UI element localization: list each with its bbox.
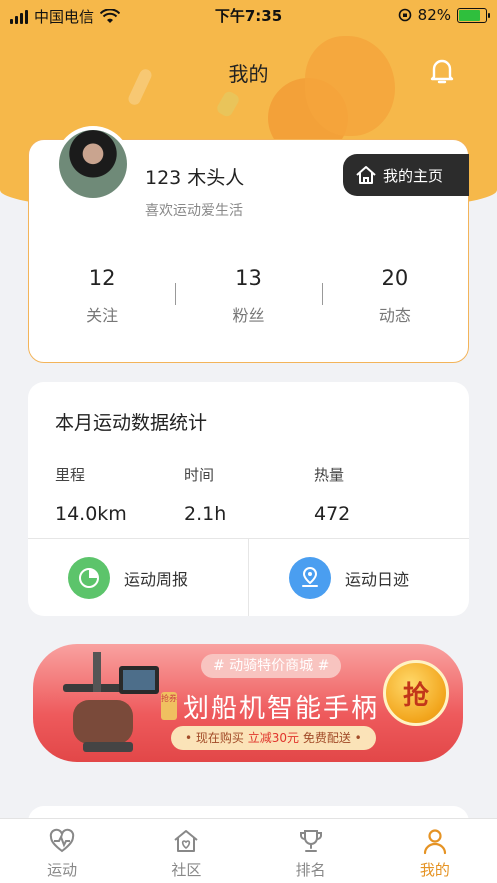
banner-tag: # 动骑特价商城 # (201, 654, 342, 678)
metric-value: 14.0km (55, 503, 127, 525)
orientation-lock-icon (398, 8, 411, 22)
divider (322, 283, 323, 305)
monthly-stats-card: 本月运动数据统计 里程 14.0km 时间 2.1h 热量 472 运动周报 运… (28, 382, 469, 616)
tab-ranking[interactable]: 排名 (249, 819, 373, 883)
coupon-badge: 抢券 (161, 692, 177, 720)
trophy-icon (299, 830, 322, 852)
metric-calories: 热量 472 (314, 464, 350, 525)
bell-icon[interactable] (428, 56, 456, 86)
banner-sub-suffix: 免费配送 • (299, 731, 362, 745)
daily-trace-entry[interactable]: 运动日迹 (289, 557, 409, 599)
tab-mine[interactable]: 我的 (373, 819, 497, 883)
divider (175, 283, 176, 305)
metric-time: 时间 2.1h (184, 464, 226, 525)
metric-value: 2.1h (184, 503, 227, 525)
tab-label: 运动 (47, 861, 78, 879)
stat-label: 粉丝 (232, 306, 265, 325)
monthly-stats-title: 本月运动数据统计 (55, 412, 208, 434)
tab-label: 我的 (419, 861, 450, 879)
battery-icon (457, 7, 490, 23)
metric-distance: 里程 14.0km (55, 464, 127, 525)
tab-community[interactable]: 社区 (124, 819, 248, 883)
divider (248, 538, 249, 616)
stat-label: 关注 (86, 306, 119, 325)
stat-value: 13 (235, 266, 262, 290)
heart-pulse-icon (49, 828, 75, 853)
profile-stats: 12 关注 13 粉丝 20 动态 (29, 266, 468, 326)
banner-sub-highlight: 立减30元 (247, 731, 299, 745)
banner-sub-prefix: • 现在购买 (185, 731, 248, 745)
stat-posts[interactable]: 20 动态 (322, 266, 468, 326)
banner-subtitle: • 现在购买 立减30元 免费配送 • (171, 726, 376, 750)
stat-value: 12 (88, 266, 116, 290)
rowing-machine-image (63, 652, 159, 752)
my-homepage-label: 我的主页 (383, 166, 444, 185)
promo-banner[interactable]: # 动骑特价商城 # 抢券 划船机智能手柄 • 现在购买 立减30元 免费配送 … (33, 644, 463, 762)
daily-trace-label: 运动日迹 (345, 570, 410, 589)
avatar[interactable] (55, 126, 131, 202)
my-homepage-button[interactable]: 我的主页 (343, 154, 469, 196)
home-heart-icon (174, 830, 199, 852)
metric-label: 热量 (314, 466, 345, 484)
user-signature: 喜欢运动爱生活 (145, 203, 243, 219)
stat-value: 20 (381, 266, 409, 290)
weekly-report-entry[interactable]: 运动周报 (68, 557, 188, 599)
bottom-tab-bar: 运动 社区 排名 我的 (0, 818, 497, 883)
grab-button[interactable]: 抢 (383, 660, 449, 726)
metric-label: 里程 (55, 466, 86, 484)
location-route-icon (289, 557, 331, 599)
stat-label: 动态 (378, 306, 411, 325)
username: 123 木头人 (145, 167, 245, 189)
tab-label: 排名 (295, 861, 326, 879)
profile-card: 123 木头人 喜欢运动爱生活 我的主页 12 关注 13 粉丝 20 动态 (28, 126, 469, 363)
tab-sport[interactable]: 运动 (0, 819, 124, 883)
pie-chart-icon (68, 557, 110, 599)
page-title: 我的 (228, 62, 269, 86)
weekly-report-label: 运动周报 (124, 570, 189, 589)
metric-value: 472 (314, 503, 351, 525)
stat-followers[interactable]: 13 粉丝 (175, 266, 321, 326)
tab-label: 社区 (171, 861, 202, 879)
metric-label: 时间 (184, 466, 215, 484)
home-icon (356, 166, 376, 184)
battery-percent: 82% (417, 6, 451, 24)
stat-following[interactable]: 12 关注 (29, 266, 175, 326)
status-bar: 中国电信 下午7:35 82% (0, 0, 497, 30)
banner-title: 划船机智能手柄 (183, 694, 380, 724)
decor-blob (215, 89, 241, 119)
user-icon (423, 829, 446, 855)
